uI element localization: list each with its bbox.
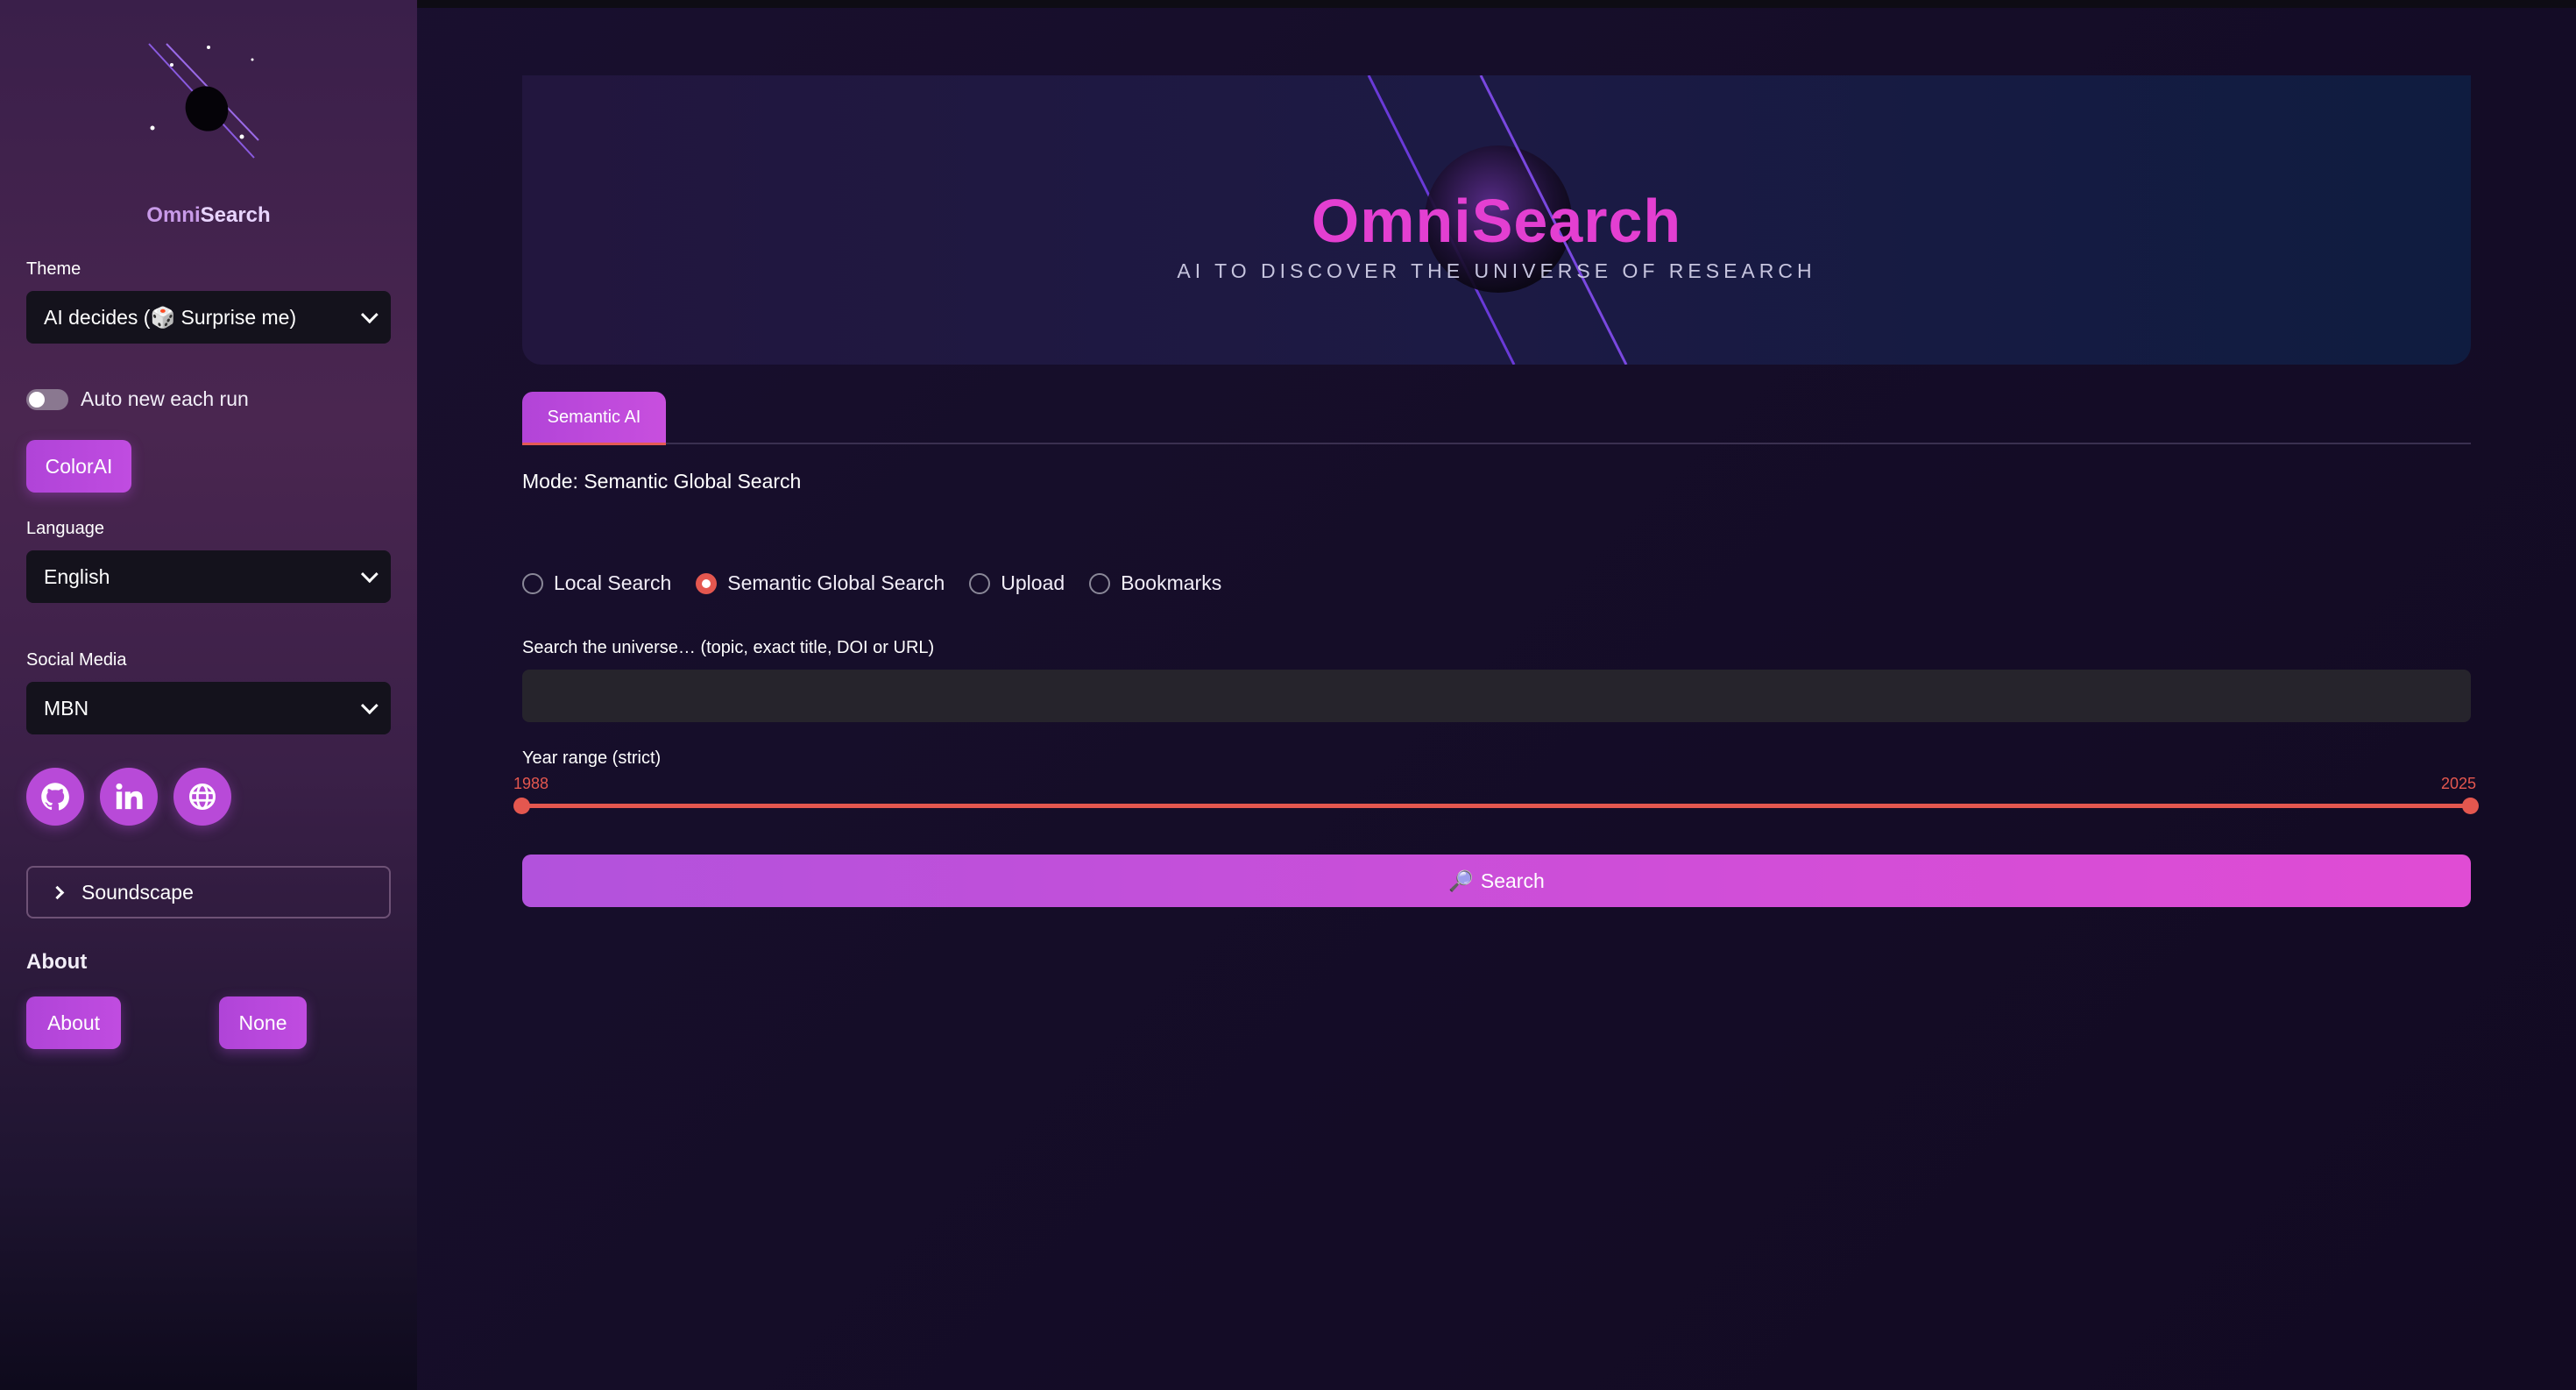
theme-label: Theme (26, 259, 81, 279)
hero-title: OmniSearch (1311, 187, 1682, 255)
chevron-right-icon (50, 885, 65, 899)
soundscape-label: Soundscape (81, 880, 194, 904)
chevron-down-icon (360, 565, 379, 584)
radio-local-search[interactable]: Local Search (522, 571, 671, 595)
year-range-min-handle[interactable] (513, 798, 530, 814)
radio-label: Local Search (554, 571, 672, 594)
language-label: Language (26, 519, 104, 538)
radio-label: Semantic Global Search (727, 571, 945, 594)
colorai-button[interactable]: ColorAI (26, 440, 131, 493)
search-button[interactable]: 🔎 Search (522, 855, 2471, 907)
top-bar (417, 0, 2576, 8)
tab-semantic-ai[interactable]: Semantic AI (522, 392, 666, 443)
search-input-label: Search the universe… (topic, exact title… (522, 638, 935, 657)
sidebar-brand: OmniSearch (0, 203, 417, 228)
toggle-knob (29, 391, 45, 408)
about-heading: About (26, 950, 88, 974)
linkedin-button[interactable] (100, 768, 158, 826)
language-select[interactable]: English (26, 550, 391, 603)
hero-banner: OmniSearch AI TO DISCOVER THE UNIVERSE O… (522, 75, 2471, 365)
radio-upload[interactable]: Upload (969, 571, 1065, 595)
year-range-slider-track[interactable] (522, 804, 2471, 808)
year-range-max-handle[interactable] (2462, 798, 2479, 814)
globe-icon (188, 783, 216, 811)
theme-select[interactable]: AI decides (🎲 Surprise me) (26, 291, 391, 344)
language-select-value: English (44, 564, 110, 588)
github-icon (41, 783, 69, 811)
radio-button[interactable] (522, 572, 543, 594)
radio-bookmarks[interactable]: Bookmarks (1089, 571, 1221, 595)
auto-new-toggle-row[interactable]: Auto new each run (26, 387, 249, 411)
social-media-select-value: MBN (44, 696, 89, 720)
year-range-min: 1988 (513, 775, 549, 792)
year-range-label: Year range (strict) (522, 748, 662, 768)
social-media-select[interactable]: MBN (26, 682, 391, 734)
social-media-label: Social Media (26, 650, 127, 670)
hero-subtitle: AI TO DISCOVER THE UNIVERSE OF RESEARCH (1177, 259, 1816, 282)
search-input[interactable] (522, 670, 2471, 722)
radio-semantic-global-search[interactable]: Semantic Global Search (696, 571, 945, 595)
brand-first: Omni (146, 203, 201, 227)
theme-select-value: AI decides (🎲 Surprise me) (44, 305, 297, 329)
tab-divider (522, 443, 2471, 444)
about-button[interactable]: About (26, 996, 121, 1049)
linkedin-icon (116, 783, 143, 810)
auto-new-label: Auto new each run (81, 387, 249, 410)
search-mode-radio-group: Local Search Semantic Global Search Uplo… (522, 571, 1246, 595)
magnifier-icon: 🔎 (1448, 869, 1474, 892)
omnisearch-logo-icon (140, 35, 272, 167)
chevron-down-icon (360, 697, 379, 715)
brand-second: Search (200, 203, 271, 227)
radio-label: Bookmarks (1121, 571, 1222, 594)
sidebar: OmniSearch Theme AI decides (🎲 Surprise … (0, 0, 417, 1390)
search-button-label: Search (1480, 869, 1545, 892)
radio-button[interactable] (1089, 572, 1111, 594)
none-button[interactable]: None (219, 996, 307, 1049)
mode-text: Mode: Semantic Global Search (522, 470, 802, 493)
auto-new-toggle[interactable] (26, 388, 68, 410)
radio-label: Upload (1001, 571, 1065, 594)
github-button[interactable] (26, 768, 84, 826)
radio-button[interactable] (969, 572, 991, 594)
chevron-down-icon (360, 306, 379, 324)
soundscape-expander[interactable]: Soundscape (26, 866, 391, 918)
tab-active-indicator (522, 443, 666, 445)
website-button[interactable] (173, 768, 231, 826)
radio-button-selected[interactable] (696, 572, 718, 594)
year-range-max: 2025 (2441, 775, 2477, 792)
